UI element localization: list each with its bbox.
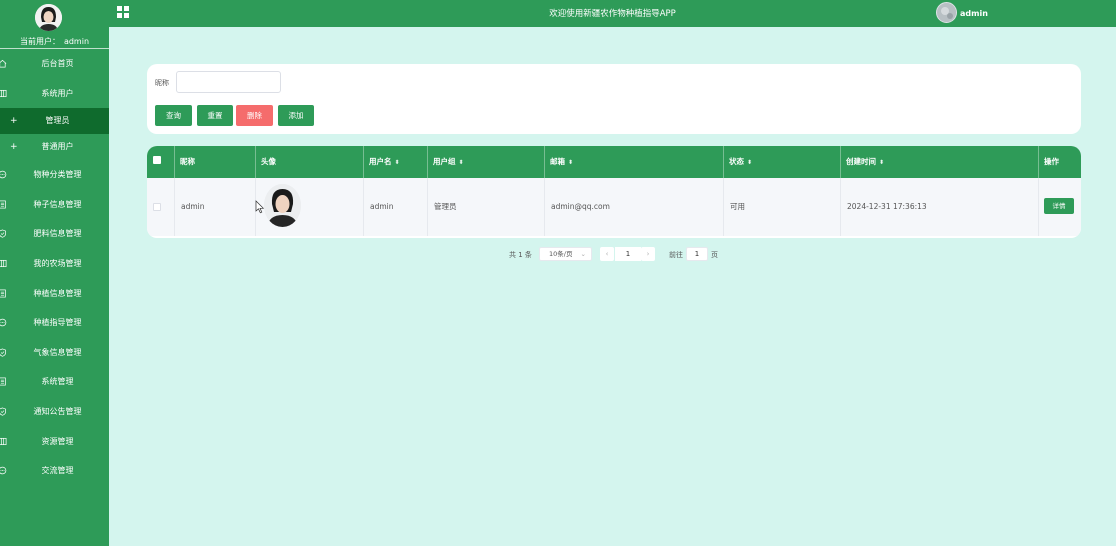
column-username[interactable]: 用户名 ⬍ [364,146,428,178]
sort-icon[interactable]: ⬍ [747,147,752,179]
sidebar-item-weather[interactable]: 气象信息管理 [0,338,109,368]
chevron-down-icon: ⌄ [580,250,586,258]
cell-status: 可用 [724,178,841,236]
top-avatar[interactable] [936,2,957,23]
nickname-label: 昵称 [155,79,169,87]
add-button[interactable]: 添加 [278,105,314,126]
sidebar-item-species[interactable]: 物种分类管理 [0,160,109,190]
cell-avatar [256,178,364,236]
table-header: 昵称 头像 用户名 ⬍ 用户组 ⬍ 邮箱 ⬍ 状态 ⬍ 创建时间 ⬍ 操作 [147,146,1081,178]
sidebar-item-guidance[interactable]: 种植指导管理 [0,308,109,338]
delete-button[interactable]: 删除 [236,105,273,126]
shield-icon [0,229,7,239]
sidebar-item-notices[interactable]: 通知公告管理 [0,397,109,427]
sidebar-item-system-users[interactable]: 系统用户 [0,79,109,109]
shield-icon [0,407,7,416]
sort-icon[interactable]: ⬍ [395,147,400,179]
users-table: 昵称 头像 用户名 ⬍ 用户组 ⬍ 邮箱 ⬍ 状态 ⬍ 创建时间 ⬍ 操作 admin a… [147,146,1081,238]
cell-nickname: admin [175,178,256,236]
top-username[interactable]: admin [960,9,988,18]
goto-label: 前往 [669,251,683,259]
column-avatar: 头像 [256,146,364,178]
sidebar-avatar [35,4,62,31]
cell-created: 2024-12-31 17:36:13 [841,178,1039,236]
document-icon [0,289,6,298]
query-button[interactable]: 查询 [155,105,192,126]
total-count: 共 1 条 [509,251,532,259]
sort-icon[interactable]: ⬍ [459,147,464,179]
chat-icon [0,170,7,179]
row-checkbox[interactable] [153,203,161,211]
sort-icon[interactable]: ⬍ [568,147,573,179]
mouse-cursor-icon [255,200,265,214]
page-suffix: 页 [711,251,718,259]
current-user-label: 当前用户： [19,37,60,46]
sort-icon[interactable]: ⬍ [879,147,884,179]
sidebar-item-normal-users[interactable]: + 普通用户 [0,134,109,160]
select-all-checkbox[interactable] [153,156,161,164]
top-bar: 欢迎使用新疆农作物种植指导APP admin [109,0,1116,27]
plus-icon: + [10,116,18,127]
current-user-name: admin [63,37,90,46]
reset-button[interactable]: 重置 [197,105,233,126]
next-page-button[interactable]: › [641,247,655,261]
sidebar-item-communication[interactable]: 交流管理 [0,456,109,486]
sidebar: 当前用户： admin 后台首页 系统用户 + 管理员 + 普通用户 物种分类管理… [0,0,109,546]
search-panel: 昵称 查询 重置 删除 添加 [147,64,1081,134]
home-icon [0,59,7,68]
chat-icon [0,466,7,475]
sidebar-item-seeds[interactable]: 种子信息管理 [0,190,109,220]
detail-button[interactable]: 详情 [1044,198,1074,214]
sidebar-item-system[interactable]: 系统管理 [0,367,109,397]
sidebar-item-planting[interactable]: 种植信息管理 [0,279,109,309]
current-page[interactable]: 1 [615,247,641,261]
table-icon [0,89,7,97]
cell-actions: 详情 [1039,178,1081,236]
column-email[interactable]: 邮箱 ⬍ [545,146,724,178]
shield-icon [0,348,7,357]
chevron-left-icon: ‹ [605,250,609,258]
column-status[interactable]: 状态 ⬍ [724,146,841,178]
column-nickname[interactable]: 昵称 [175,146,256,178]
sidebar-item-fertilizer[interactable]: 肥料信息管理 [0,219,109,249]
table-icon [0,437,7,445]
column-actions: 操作 [1044,157,1059,166]
cell-email: admin@qq.com [545,178,724,236]
sidebar-item-admins[interactable]: + 管理员 [0,108,109,135]
goto-page-input[interactable]: 1 [686,247,708,261]
sidebar-item-resources[interactable]: 资源管理 [0,427,109,457]
document-icon [0,377,6,386]
cell-group: 管理员 [428,178,545,236]
prev-page-button[interactable]: ‹ [600,247,614,261]
user-avatar[interactable] [264,184,301,227]
document-icon [0,200,6,209]
pagination: 共 1 条 10条/页 ⌄ ‹ 1 › 前往 1 页 [0,246,1116,262]
column-created[interactable]: 创建时间 ⬍ [841,146,1039,178]
current-user: 当前用户： admin [0,36,109,47]
nickname-search-input[interactable] [176,71,281,93]
column-group[interactable]: 用户组 ⬍ [428,146,545,178]
select-all-cell [147,146,175,178]
sidebar-menu: 后台首页 系统用户 + 管理员 + 普通用户 物种分类管理 种子信息管理 肥料信… [0,49,109,486]
row-select-cell [147,178,175,236]
chat-icon [0,318,7,327]
sidebar-item-home[interactable]: 后台首页 [0,49,109,79]
chevron-right-icon: › [646,250,650,258]
cell-username: admin [364,178,428,236]
plus-icon: + [10,142,18,153]
page-size-select[interactable]: 10条/页 ⌄ [539,247,592,261]
table-row: admin admin 管理员 admin@qq.com 可用 2024-12-… [147,178,1081,236]
